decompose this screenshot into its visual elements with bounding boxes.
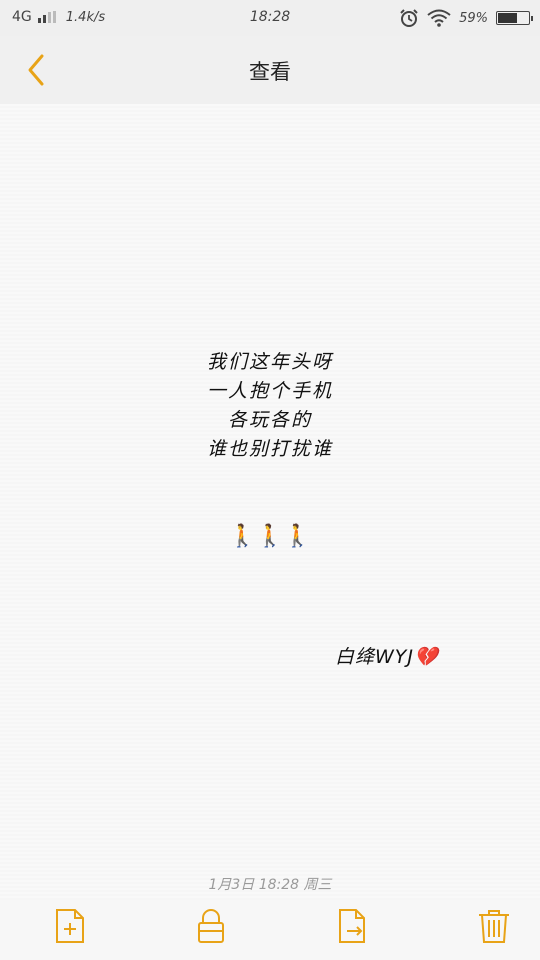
add-note-icon — [56, 909, 84, 943]
status-bar: 4G 1.4k/s 18:28 59% — [0, 0, 540, 36]
bottom-toolbar — [0, 900, 540, 960]
note-content[interactable]: 我们这年头呀 一人抱个手机 各玩各的 谁也别打扰谁 🚶🚶🚶 白绛WYJ💔 1月3… — [0, 104, 540, 900]
note-timestamp: 1月3日 18:28 周三 — [208, 877, 332, 893]
nav-bar: 查看 — [0, 36, 540, 105]
share-icon — [339, 909, 365, 943]
note-signature: 白绛WYJ💔 — [335, 646, 439, 668]
note-line: 我们这年头呀 — [206, 351, 333, 373]
battery-percent: 59% — [459, 10, 488, 26]
note-text: 我们这年头呀 一人抱个手机 各玩各的 谁也别打扰谁 — [0, 348, 540, 464]
note-line: 谁也别打扰谁 — [206, 438, 333, 460]
lock-icon — [198, 909, 224, 943]
alarm-icon — [400, 9, 418, 27]
note-line: 一人抱个手机 — [206, 380, 333, 402]
new-note-button[interactable] — [50, 906, 90, 946]
battery-fill — [498, 13, 517, 23]
battery-icon — [496, 11, 533, 25]
share-button[interactable] — [333, 906, 373, 946]
wifi-icon — [427, 9, 451, 27]
lock-button[interactable] — [191, 906, 231, 946]
trash-icon — [479, 910, 509, 943]
walking-emoji: 🚶🚶🚶 — [228, 524, 312, 549]
delete-button[interactable] — [474, 906, 514, 946]
note-line: 各玩各的 — [227, 409, 312, 431]
page-title: 查看 — [249, 60, 291, 84]
status-right: 59% — [399, 8, 533, 28]
